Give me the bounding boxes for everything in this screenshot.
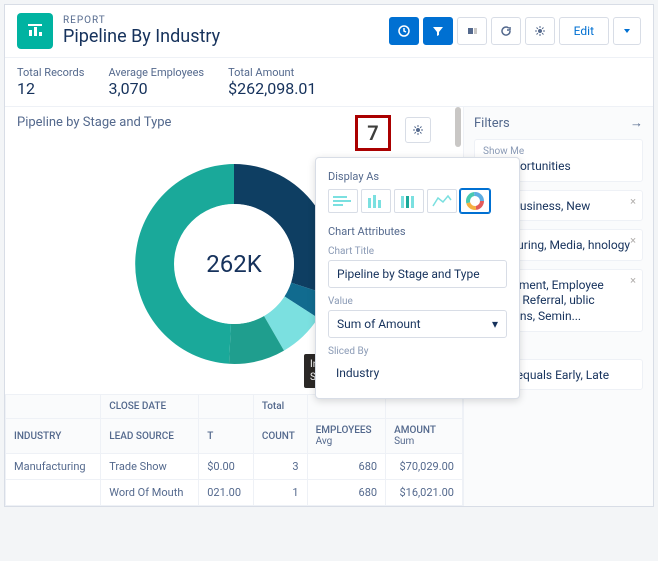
scroll-thumb[interactable]: [455, 107, 461, 147]
left-pane: Pipeline by Stage and Type 7: [5, 107, 463, 506]
chevron-down-icon: ▾: [492, 317, 498, 331]
chart-title-field-label: Chart Title: [328, 246, 507, 257]
col-amount[interactable]: AMOUNTSum: [386, 419, 463, 454]
col-employees[interactable]: EMPLOYEESAvg: [307, 419, 385, 454]
body: Pipeline by Stage and Type 7: [5, 107, 653, 506]
header-actions: Edit: [389, 17, 641, 45]
close-icon[interactable]: ×: [630, 274, 636, 287]
report-eyebrow: REPORT: [63, 15, 220, 26]
callout-step-7: 7: [355, 115, 391, 151]
display-as-label: Display As: [328, 170, 507, 183]
filter-button[interactable]: [423, 17, 453, 45]
chart-title-input[interactable]: Pipeline by Stage and Type: [328, 260, 507, 288]
display-opt-stack[interactable]: [394, 189, 424, 213]
chart-settings-popover: Display As Chart Attributes Chart Title …: [315, 157, 520, 399]
summary-bar: Total Records 12 Average Employees 3,070…: [5, 57, 653, 107]
close-icon[interactable]: ×: [630, 234, 636, 247]
col-count[interactable]: COUNT: [253, 419, 307, 454]
header: REPORT Pipeline By Industry Edit: [5, 5, 653, 57]
table-header-row-2: INDUSTRY LEAD SOURCE T COUNT EMPLOYEESAv…: [6, 419, 463, 454]
col-industry[interactable]: INDUSTRY: [6, 419, 101, 454]
export-button[interactable]: [389, 17, 419, 45]
col-total: Total: [253, 395, 307, 419]
close-icon[interactable]: ×: [630, 195, 636, 208]
display-opt-hbar[interactable]: [328, 189, 358, 213]
refresh-button[interactable]: [491, 17, 521, 45]
sliced-by-value: Industry: [328, 360, 507, 386]
metric-value: 3,070: [108, 79, 204, 98]
metric-value: $262,098.01: [228, 79, 316, 98]
chart-settings-button[interactable]: [405, 117, 431, 143]
col-close-date[interactable]: CLOSE DATE: [101, 395, 199, 419]
chart-area: Pipeline by Stage and Type 7: [5, 107, 463, 394]
donut-center-value: 262K: [206, 250, 262, 278]
metric-label: Total Records: [17, 66, 84, 79]
report-icon: [17, 13, 53, 49]
edit-dropdown-button[interactable]: [613, 17, 641, 45]
header-left: REPORT Pipeline By Industry: [17, 13, 220, 49]
data-table: CLOSE DATE Total INDUSTRY LEAD SOURCE T …: [5, 394, 463, 506]
toggle-button[interactable]: [457, 17, 487, 45]
display-opt-line[interactable]: [427, 189, 457, 213]
metric-total-amount: Total Amount $262,098.01: [228, 66, 316, 98]
filters-heading: Filters →: [474, 115, 643, 131]
sliced-by-label: Sliced By: [328, 346, 507, 357]
edit-button[interactable]: Edit: [559, 17, 609, 45]
metric-label: Average Employees: [108, 66, 204, 79]
value-field-label: Value: [328, 296, 507, 307]
page-title: Pipeline By Industry: [63, 26, 220, 47]
value-select[interactable]: Sum of Amount▾: [328, 310, 507, 338]
settings-button[interactable]: [525, 17, 555, 45]
chart-attributes-label: Chart Attributes: [328, 225, 507, 238]
col-lead-source[interactable]: LEAD SOURCE: [101, 419, 199, 454]
table-row[interactable]: Manufacturing Trade Show $0.00 3 680 $70…: [6, 454, 463, 480]
display-as-options: [328, 189, 507, 213]
metric-label: Total Amount: [228, 66, 316, 79]
col-t[interactable]: T: [199, 419, 254, 454]
metric-total-records: Total Records 12: [17, 66, 84, 98]
arrow-right-icon[interactable]: →: [630, 115, 643, 131]
display-opt-donut[interactable]: [460, 189, 490, 213]
table-row[interactable]: Word Of Mouth 021.00 1 680 $16,021.00: [6, 480, 463, 506]
metric-avg-employees: Average Employees 3,070: [108, 66, 204, 98]
report-page: REPORT Pipeline By Industry Edit Total R…: [4, 4, 654, 507]
metric-value: 12: [17, 79, 84, 98]
display-opt-vbar[interactable]: [361, 189, 391, 213]
